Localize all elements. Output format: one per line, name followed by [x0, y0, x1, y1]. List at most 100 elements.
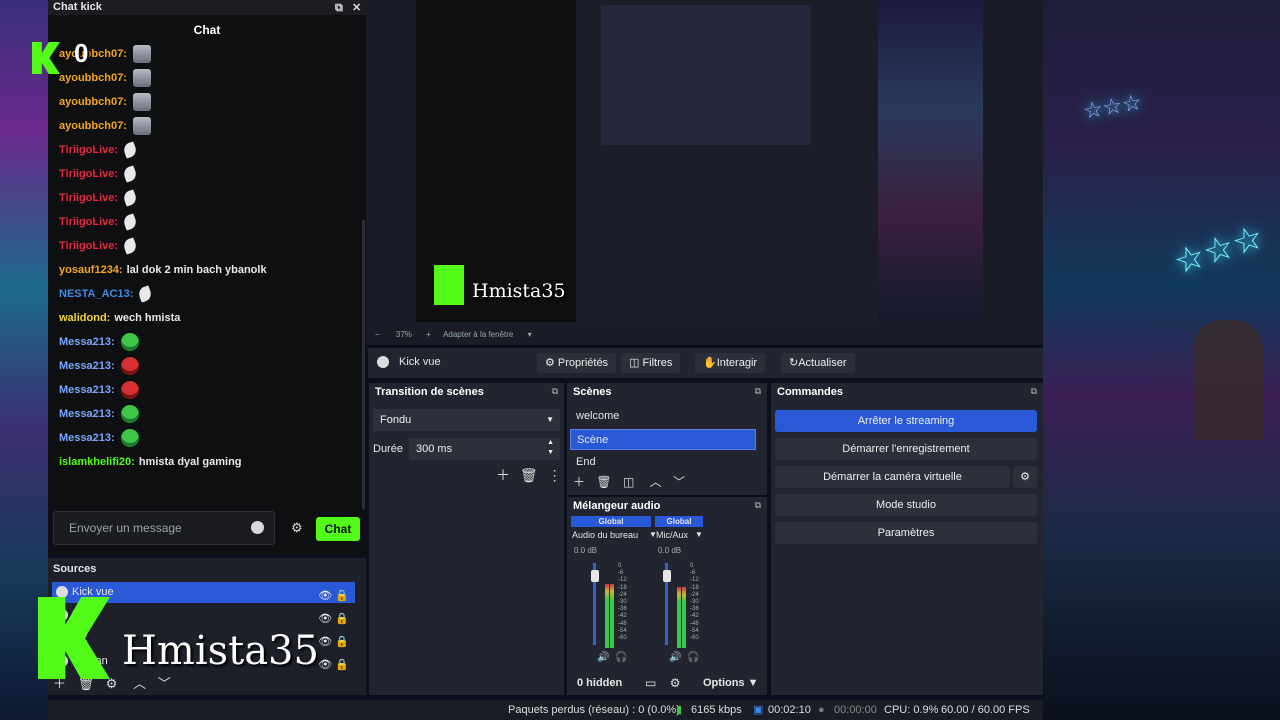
- chat-username[interactable]: TiriigoLive:: [59, 216, 118, 228]
- studio-mode-button[interactable]: Mode studio: [775, 494, 1037, 516]
- volume-fader-knob[interactable]: [590, 569, 599, 582]
- neon-sign: ☆☆☆: [1169, 216, 1269, 284]
- float-icon[interactable]: ⧉: [1031, 386, 1037, 397]
- chevron-down-icon[interactable]: ﹀: [673, 475, 685, 489]
- chat-username[interactable]: Messa213:: [59, 360, 115, 372]
- record-icon: ●: [818, 704, 825, 716]
- interact-button[interactable]: ✋Interagir: [695, 353, 766, 373]
- scene-item[interactable]: End: [570, 452, 756, 466]
- browser-source-icon: [56, 586, 68, 598]
- gear-icon[interactable]: ⚙: [291, 520, 303, 536]
- close-icon[interactable]: ✕: [352, 1, 361, 15]
- meter-scale-tick: -24: [690, 591, 699, 598]
- transition-select[interactable]: Fondu ▼: [373, 409, 560, 431]
- more-icon[interactable]: ⋮: [548, 467, 562, 483]
- layout-icon[interactable]: ▭: [645, 676, 656, 690]
- scene-item[interactable]: Scène: [570, 429, 756, 450]
- interact-label: Interagir: [716, 357, 758, 369]
- settings-button[interactable]: Paramètres: [775, 522, 1037, 544]
- float-icon[interactable]: ⧉: [755, 500, 761, 511]
- chat-message-input[interactable]: Envoyer un message: [53, 511, 275, 545]
- angry-emote-icon: [120, 357, 139, 376]
- speaker-icon[interactable]: 🔊: [669, 652, 681, 663]
- properties-button[interactable]: ⚙ Propriétés: [537, 353, 617, 373]
- chat-username[interactable]: yosauf1234:: [59, 264, 123, 276]
- chat-username[interactable]: TiriigoLive:: [59, 168, 118, 180]
- signal-icon: ▮: [676, 704, 683, 716]
- chat-username[interactable]: Messa213:: [59, 408, 115, 420]
- meter-scale-tick: -36: [690, 606, 699, 613]
- stop-streaming-button[interactable]: Arrêter le streaming: [775, 410, 1037, 432]
- volume-fader-knob[interactable]: [662, 569, 671, 582]
- stream-time: 00:02:10: [768, 704, 811, 716]
- gear-icon[interactable]: ⚙: [670, 676, 681, 690]
- chat-username[interactable]: NESTA_AC13:: [59, 288, 133, 300]
- transition-dock: Transition de scènes ⧉ Fondu ▼ Durée 300 …: [369, 383, 564, 695]
- gear-icon[interactable]: ⚙: [1013, 466, 1037, 488]
- chevron-down-icon[interactable]: ﹀: [158, 676, 171, 691]
- chat-username[interactable]: walidond:: [59, 312, 110, 324]
- chat-message: Messa213:: [59, 428, 139, 448]
- start-virtual-camera-button[interactable]: Démarrer la caméra virtuelle: [775, 466, 1010, 488]
- start-recording-button[interactable]: Démarrer l'enregistrement: [775, 438, 1037, 460]
- scene-item[interactable]: welcome: [570, 406, 756, 427]
- channel-name[interactable]: Mic/Aux: [656, 530, 688, 540]
- visibility-eye-icon[interactable]: 👁: [318, 636, 332, 648]
- preview-canvas[interactable]: Hmista35: [416, 0, 983, 322]
- trash-icon[interactable]: 🗑: [596, 475, 611, 489]
- chat-username[interactable]: ayoubbch07:: [59, 120, 127, 132]
- lock-icon[interactable]: 🔒: [332, 590, 349, 602]
- lock-icon[interactable]: 🔒: [332, 613, 349, 625]
- emoji-icon[interactable]: [251, 521, 264, 534]
- mixer-options-button[interactable]: Options ▼: [703, 677, 759, 689]
- channel-name[interactable]: Audio du bureau: [572, 530, 638, 540]
- chat-username[interactable]: ayoubbch07:: [59, 96, 127, 108]
- meter-scale-tick: -18: [690, 584, 699, 591]
- source-toolbar: Kick vue ⚙ Propriétés ◫ Filtres ✋Interag…: [368, 348, 1043, 378]
- fit-window-label[interactable]: Adapter à la fenêtre: [443, 330, 513, 339]
- duration-spinner[interactable]: 300 ms ▲ ▼: [409, 438, 560, 460]
- chat-username[interactable]: Messa213:: [59, 336, 115, 348]
- chat-username[interactable]: TiriigoLive:: [59, 240, 118, 252]
- filter-icon[interactable]: ◫: [623, 475, 634, 489]
- duration-label: Durée: [373, 443, 403, 455]
- filters-button[interactable]: ◫ Filtres: [621, 353, 681, 373]
- chat-send-button[interactable]: Chat: [316, 517, 360, 541]
- chat-username[interactable]: TiriigoLive:: [59, 144, 118, 156]
- meter-scale-tick: -6: [690, 570, 696, 577]
- chat-username[interactable]: ayoubbch07:: [59, 72, 127, 84]
- speaker-icon[interactable]: 🔊: [597, 652, 609, 663]
- refresh-button[interactable]: ↻Actualiser: [781, 353, 855, 373]
- lock-icon[interactable]: 🔒: [332, 636, 349, 648]
- zoom-in-icon[interactable]: +: [426, 330, 431, 339]
- float-icon[interactable]: ⧉: [335, 1, 343, 15]
- chat-username[interactable]: Messa213:: [59, 384, 115, 396]
- current-source-name: Kick vue: [399, 356, 441, 368]
- zoom-out-icon[interactable]: −: [375, 330, 380, 339]
- lock-icon[interactable]: 🔒: [332, 659, 349, 671]
- chevron-up-icon[interactable]: ︿: [133, 676, 146, 691]
- headphones-icon[interactable]: 🎧: [615, 652, 627, 663]
- float-icon[interactable]: ⧉: [552, 386, 558, 397]
- add-icon[interactable]: ＋: [573, 475, 585, 489]
- feather-emote-icon: [122, 189, 139, 207]
- chat-username[interactable]: Messa213:: [59, 432, 115, 444]
- chat-username[interactable]: TiriigoLive:: [59, 192, 118, 204]
- meter-scale-tick: 0: [690, 563, 694, 569]
- chat-username[interactable]: ayoubbch07:: [59, 48, 127, 60]
- chevron-down-icon[interactable]: ▾: [528, 330, 532, 339]
- add-icon[interactable]: ＋: [496, 467, 510, 483]
- float-icon[interactable]: ⧉: [755, 386, 761, 397]
- headphones-icon[interactable]: 🎧: [687, 652, 699, 663]
- chat-username[interactable]: islamkhelifi20:: [59, 456, 135, 468]
- trash-icon[interactable]: 🗑: [520, 467, 538, 483]
- visibility-eye-icon[interactable]: 👁: [318, 659, 332, 671]
- meter-scale: 0 -6 -12 -18 -24 -30 -36 -42 -48 -54 -60: [618, 563, 627, 642]
- chevron-up-icon[interactable]: ︿: [650, 475, 662, 489]
- chat-scrollbar[interactable]: [362, 220, 365, 510]
- visibility-eye-icon[interactable]: 👁: [318, 590, 332, 602]
- zoom-level: 37%: [395, 330, 412, 339]
- chevron-down-icon[interactable]: ▼: [695, 530, 703, 539]
- chat-message-text: wech hmista: [114, 312, 181, 324]
- visibility-eye-icon[interactable]: 👁: [318, 613, 332, 625]
